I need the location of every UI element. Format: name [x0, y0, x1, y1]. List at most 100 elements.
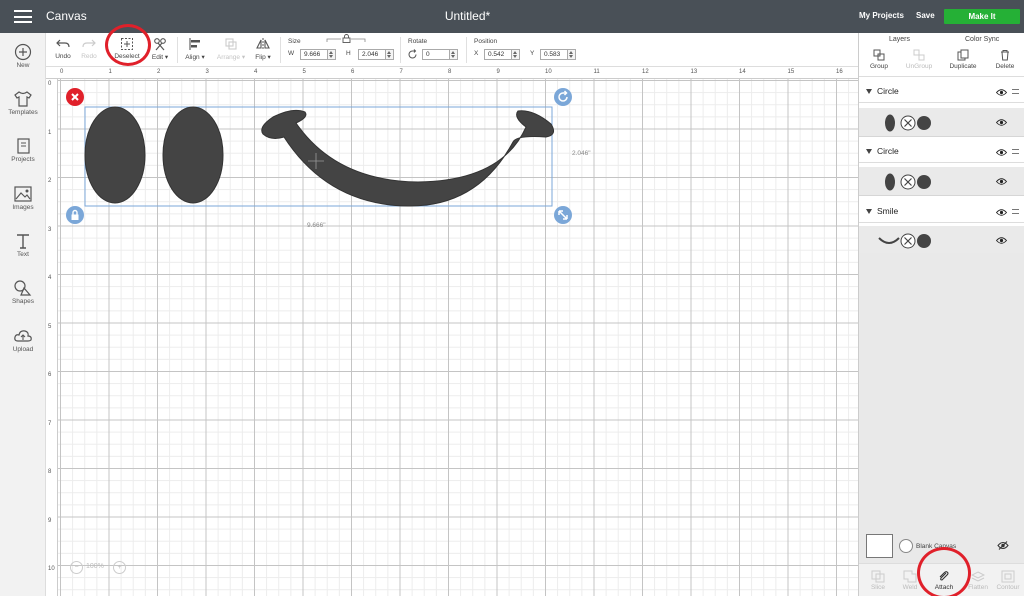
tab-layers[interactable]: Layers [889, 36, 910, 43]
height-stepper[interactable] [386, 49, 394, 60]
width-stepper[interactable] [328, 49, 336, 60]
weld-icon [903, 570, 917, 583]
x-position-stepper[interactable] [512, 49, 520, 60]
tab-color-sync[interactable]: Color Sync [965, 36, 999, 43]
eye-icon[interactable] [996, 149, 1007, 156]
ruler-number: 5 [302, 69, 306, 75]
drag-handle-icon[interactable] [1012, 89, 1019, 94]
ungroup-label: UnGroup [905, 63, 933, 70]
flip-button[interactable]: Flip ▾ [250, 37, 276, 61]
attach-label: Attach [934, 584, 954, 591]
smile-shape[interactable] [261, 109, 555, 207]
drag-handle-icon[interactable] [1012, 209, 1019, 214]
rotate-handle[interactable] [554, 88, 572, 106]
close-icon [71, 93, 79, 101]
zoom-out-button[interactable]: − [70, 561, 83, 574]
eye-hidden-icon[interactable] [997, 541, 1009, 550]
rotate-stepper[interactable] [450, 49, 458, 60]
layer-item-circle-1[interactable] [859, 108, 1024, 137]
eye-icon[interactable] [996, 89, 1007, 96]
delete-button[interactable]: Delete [985, 49, 1024, 70]
layer-group-circle-1[interactable]: Circle [859, 81, 1024, 103]
toolbar-divider [177, 37, 178, 63]
eye-icon[interactable] [996, 178, 1007, 185]
ruler-number: 9 [48, 517, 52, 524]
redo-button[interactable]: Redo [78, 37, 100, 60]
left-eye-ellipse[interactable] [84, 106, 146, 204]
deselect-button[interactable]: Deselect [110, 37, 144, 60]
save-button[interactable]: Save [916, 11, 935, 20]
align-button[interactable]: Align ▾ [181, 37, 209, 61]
x-position-input[interactable]: 0.542 [484, 49, 512, 60]
sidebar-item-new[interactable]: New [0, 43, 46, 69]
collapse-caret-icon[interactable] [866, 149, 872, 154]
smile-curve-icon [878, 233, 931, 249]
ruler-number: 13 [690, 69, 698, 75]
size-label: Size [288, 38, 301, 45]
ungroup-button[interactable]: UnGroup [899, 49, 939, 70]
eye-icon[interactable] [996, 237, 1007, 244]
lock-handle[interactable] [66, 206, 84, 224]
eye-icon[interactable] [996, 119, 1007, 126]
panel-tabs: Layers Color Sync [859, 33, 1024, 45]
contour-button[interactable]: Contour [993, 570, 1023, 591]
text-t-icon [17, 234, 29, 249]
deselect-label: Deselect [114, 53, 140, 60]
sidebar-label: Text [17, 251, 29, 258]
sidebar-item-projects[interactable]: Projects [0, 137, 46, 163]
sidebar-item-upload[interactable]: Upload [0, 327, 46, 353]
right-eye-ellipse[interactable] [162, 106, 224, 204]
flatten-button[interactable]: Flatten [963, 570, 993, 591]
edit-button[interactable]: Edit ▾ [146, 37, 174, 61]
height-input[interactable]: 2.046 [358, 49, 386, 60]
y-position-input[interactable]: 0.583 [540, 49, 568, 60]
group-name: Circle [877, 86, 899, 96]
make-it-button[interactable]: Make It [944, 9, 1020, 24]
layer-group-smile[interactable]: Smile [859, 201, 1024, 223]
delete-handle[interactable] [66, 88, 84, 106]
ruler-number: 11 [593, 69, 600, 75]
ruler-number: 14 [739, 69, 746, 75]
sidebar-item-shapes[interactable]: Shapes [0, 279, 46, 305]
ruler-number: 4 [254, 69, 258, 75]
group-button[interactable]: Group [859, 49, 899, 70]
zoom-in-button[interactable]: + [113, 561, 126, 574]
design-canvas[interactable]: 2.046" 9.666" − 100% + [58, 79, 858, 596]
my-projects-link[interactable]: My Projects [859, 11, 904, 20]
shapes-icon [14, 280, 32, 296]
layer-item-circle-2[interactable] [859, 167, 1024, 196]
layer-group-circle-2[interactable]: Circle [859, 141, 1024, 163]
rotate-input[interactable]: 0 [422, 49, 450, 60]
arrange-button[interactable]: Arrange ▾ [213, 37, 249, 61]
width-input[interactable]: 9.666 [300, 49, 328, 60]
zoom-control: − 100% + [70, 561, 128, 575]
y-position-stepper[interactable] [568, 49, 576, 60]
collapse-caret-icon[interactable] [866, 89, 872, 94]
resize-handle[interactable] [554, 206, 572, 224]
document-title: Untitled* [444, 9, 491, 23]
vertical-ruler: 0 1 2 3 4 5 6 7 8 9 10 [46, 79, 58, 596]
blank-canvas-color-circle[interactable] [899, 539, 913, 553]
sidebar-item-images[interactable]: Images [0, 185, 46, 211]
attach-button[interactable]: Attach [929, 570, 959, 591]
arrange-label: Arrange [216, 54, 241, 61]
undo-button[interactable]: Undo [52, 37, 74, 60]
slice-button[interactable]: Slice [863, 570, 893, 591]
slice-icon [871, 570, 885, 583]
layer-item-smile[interactable] [859, 226, 1024, 255]
sidebar-item-templates[interactable]: Templates [0, 90, 46, 116]
eye-icon[interactable] [996, 209, 1007, 216]
ruler-number: 6 [351, 69, 355, 75]
duplicate-button[interactable]: Duplicate [943, 49, 983, 70]
sidebar-item-text[interactable]: Text [0, 232, 46, 258]
ruler-number: 12 [642, 69, 649, 75]
align-icon [189, 38, 200, 50]
left-sidebar: New Templates Projects Images Text Shape… [0, 33, 46, 596]
group-label: Group [869, 63, 889, 70]
edit-label: Edit [151, 54, 164, 61]
blank-canvas-swatch[interactable] [866, 534, 893, 558]
weld-button[interactable]: Weld [895, 570, 925, 591]
collapse-caret-icon[interactable] [866, 209, 872, 214]
trash-icon [1001, 50, 1009, 61]
drag-handle-icon[interactable] [1012, 149, 1019, 154]
